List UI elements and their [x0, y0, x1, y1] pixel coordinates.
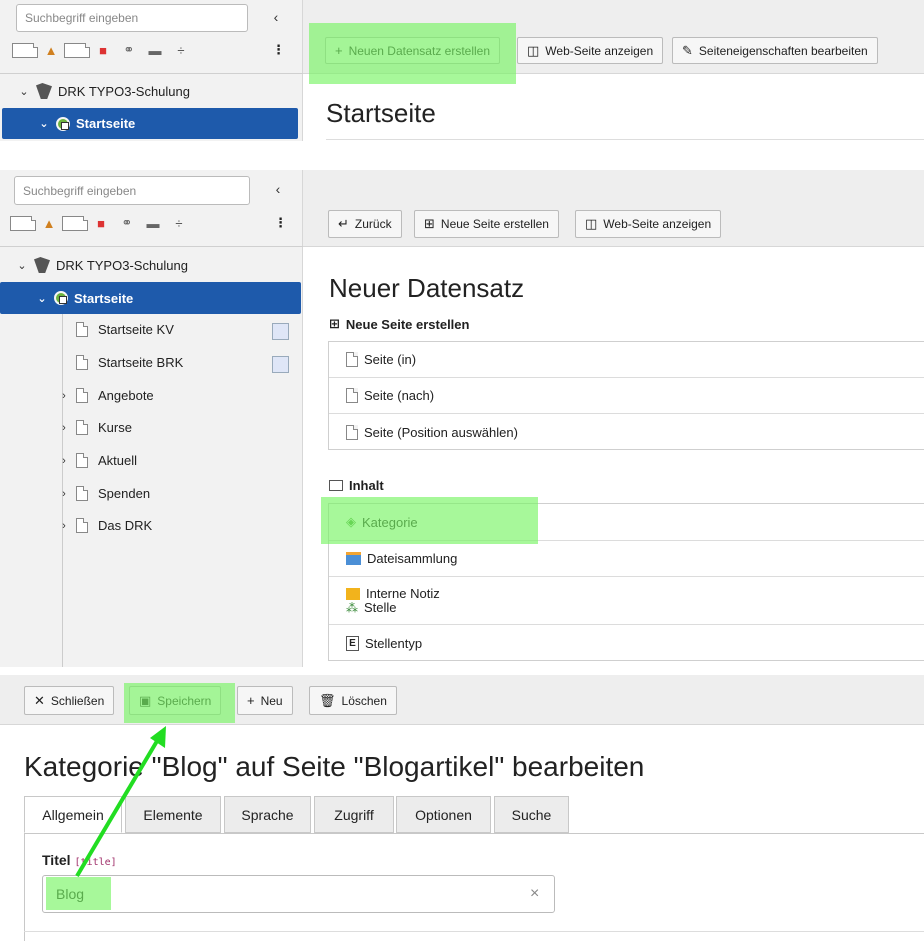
arrow-line	[75, 734, 162, 878]
arrow-head	[150, 726, 166, 748]
arrow-annotation	[75, 726, 166, 878]
